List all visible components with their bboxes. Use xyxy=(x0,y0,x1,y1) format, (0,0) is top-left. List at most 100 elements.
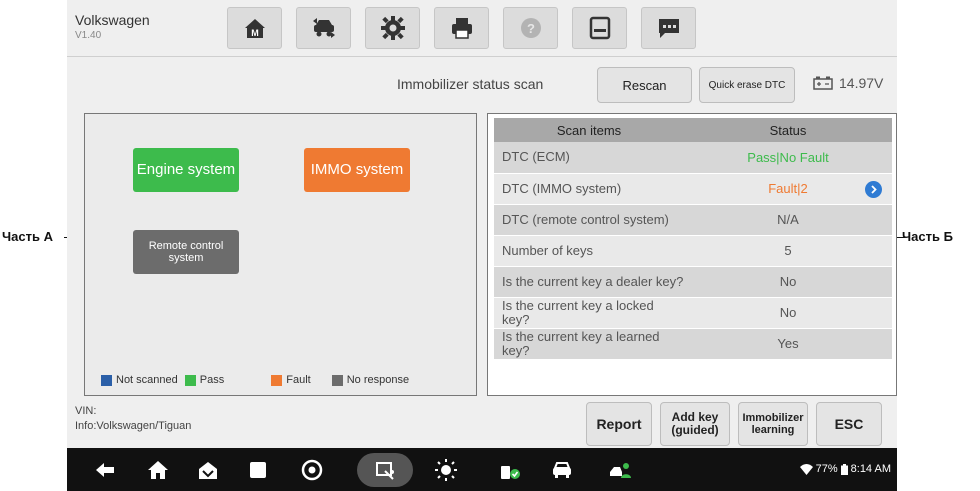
status-value: Fault|2 xyxy=(768,181,808,196)
legend-swatch-no-response xyxy=(331,374,343,386)
tablet-screen: Volkswagen V1.40 M ? Immobilizer status … xyxy=(67,0,897,491)
save-button[interactable] xyxy=(572,7,627,49)
battery-percent: 77% xyxy=(815,463,838,475)
vin-info: VIN: Info:Volkswagen/Tiguan xyxy=(75,404,191,434)
svg-text:M: M xyxy=(251,28,259,38)
browser-button[interactable] xyxy=(299,457,325,483)
vci-status-button[interactable] xyxy=(497,457,523,483)
battery-voltage: 14.97V xyxy=(813,75,883,91)
legend-not-scanned: Not scanned xyxy=(101,374,178,386)
row-item: DTC (ECM) xyxy=(494,142,684,174)
table-header-row: Scan items Status xyxy=(494,118,892,142)
vci-home-button[interactable] xyxy=(195,457,221,483)
vehicle-brand: Volkswagen V1.40 xyxy=(75,12,150,41)
rescan-button[interactable]: Rescan xyxy=(597,67,692,103)
status-legend: Not scanned Pass Fault No response xyxy=(101,374,416,386)
back-arrow-icon xyxy=(96,463,114,477)
clock-time: 8:14 AM xyxy=(850,463,891,475)
vehicle-swap-button[interactable] xyxy=(296,7,351,49)
recent-apps-icon xyxy=(250,462,266,478)
settings-button[interactable] xyxy=(365,7,420,49)
brightness-button[interactable] xyxy=(433,457,459,483)
remote-expert-button[interactable] xyxy=(607,457,633,483)
voltage-value: 14.97V xyxy=(839,75,884,91)
table-row: DTC (ECM) Pass|No Fault xyxy=(494,142,892,174)
legend-label-not-scanned: Not scanned xyxy=(116,374,178,386)
table-row: Is the current key a learned key? Yes xyxy=(494,328,892,360)
add-key-guided-button[interactable]: Add key (guided) xyxy=(660,402,730,446)
home-icon xyxy=(148,461,168,479)
legend-label-no-response: No response xyxy=(346,374,410,386)
screen-capture-icon xyxy=(376,462,394,480)
home-button[interactable]: M xyxy=(227,7,282,49)
row-item: Number of keys xyxy=(494,235,684,267)
chevron-right-icon[interactable] xyxy=(865,180,882,198)
scan-status-bar: Immobilizer status scan Rescan Quick era… xyxy=(67,58,897,108)
battery-icon xyxy=(840,463,848,475)
legend-label-pass: Pass xyxy=(199,374,225,386)
system-map-panel: Engine system IMMO system Remote control… xyxy=(84,113,477,396)
immobilizer-learning-button[interactable]: Immobilizer learning xyxy=(738,402,808,446)
quick-erase-dtc-button[interactable]: Quick erase DTC xyxy=(699,67,795,103)
header-status: Status xyxy=(684,118,892,142)
wifi-icon xyxy=(799,463,813,475)
remote-expert-icon xyxy=(610,463,631,478)
row-status: No xyxy=(684,297,892,329)
header-scan-items: Scan items xyxy=(494,118,684,142)
row-status: Pass|No Fault xyxy=(684,142,892,174)
esc-button[interactable]: ESC xyxy=(816,402,882,446)
system-status: 77% 8:14 AM xyxy=(799,463,891,475)
vehicle-info-text: Info:Volkswagen/Tiguan xyxy=(75,419,192,432)
home-icon: M xyxy=(244,19,265,38)
home-nav-button[interactable] xyxy=(145,457,171,483)
scan-results-panel: Scan items Status DTC (ECM) Pass|No Faul… xyxy=(487,113,897,396)
status-value: N/A xyxy=(777,212,799,227)
part-a-callout: Часть А xyxy=(2,229,53,244)
row-item: Is the current key a dealer key? xyxy=(494,266,684,298)
row-item: DTC (remote control system) xyxy=(494,204,684,236)
engine-system-box[interactable]: Engine system xyxy=(133,148,239,192)
android-nav-bar: 77% 8:14 AM xyxy=(67,448,897,491)
print-button[interactable] xyxy=(434,7,489,49)
report-button[interactable]: Report xyxy=(586,402,652,446)
table-row: DTC (remote control system) N/A xyxy=(494,204,892,236)
vehicle-swap-icon xyxy=(312,18,335,38)
legend-swatch-fault xyxy=(271,374,283,386)
row-status: Fault|2 xyxy=(684,173,892,205)
row-item: DTC (IMMO system) xyxy=(494,173,684,205)
legend-no-response: No response xyxy=(331,374,410,386)
table-row: Is the current key a locked key? No xyxy=(494,297,892,329)
car-icon xyxy=(553,462,571,478)
legend-swatch-pass xyxy=(184,374,196,386)
settings-gear-icon xyxy=(380,16,405,40)
remote-control-system-box[interactable]: Remote control system xyxy=(133,230,239,274)
legend-swatch-not-scanned xyxy=(101,374,112,386)
scan-title: Immobilizer status scan xyxy=(397,76,544,92)
status-value: Yes xyxy=(777,336,799,351)
recent-apps-button[interactable] xyxy=(245,457,271,483)
row-status: 5 xyxy=(684,235,892,267)
svg-text:?: ? xyxy=(527,21,535,36)
vehicle-button[interactable] xyxy=(549,457,575,483)
vci-status-icon xyxy=(501,466,520,479)
legend-label-fault: Fault xyxy=(286,374,311,386)
top-toolbar: Volkswagen V1.40 M ? xyxy=(67,0,897,57)
table-row: Number of keys 5 xyxy=(494,235,892,267)
back-button[interactable] xyxy=(92,457,118,483)
help-icon: ? xyxy=(520,18,541,38)
legend-fault: Fault xyxy=(271,374,311,386)
status-value: Pass|No Fault xyxy=(747,149,829,165)
immo-system-box[interactable]: IMMO system xyxy=(304,148,410,192)
status-value: No xyxy=(779,274,797,289)
legend-pass: Pass xyxy=(184,374,225,386)
table-row[interactable]: DTC (IMMO system) Fault|2 xyxy=(494,173,892,205)
vci-icon xyxy=(199,462,217,479)
row-status: No xyxy=(684,266,892,298)
help-button[interactable]: ? xyxy=(503,7,558,49)
screen-capture-button[interactable] xyxy=(372,457,398,483)
message-icon xyxy=(658,19,679,38)
row-status: Yes xyxy=(684,328,892,360)
table-row: Is the current key a dealer key? No xyxy=(494,266,892,298)
row-item: Is the current key a learned key? xyxy=(494,328,684,360)
message-button[interactable] xyxy=(641,7,696,49)
